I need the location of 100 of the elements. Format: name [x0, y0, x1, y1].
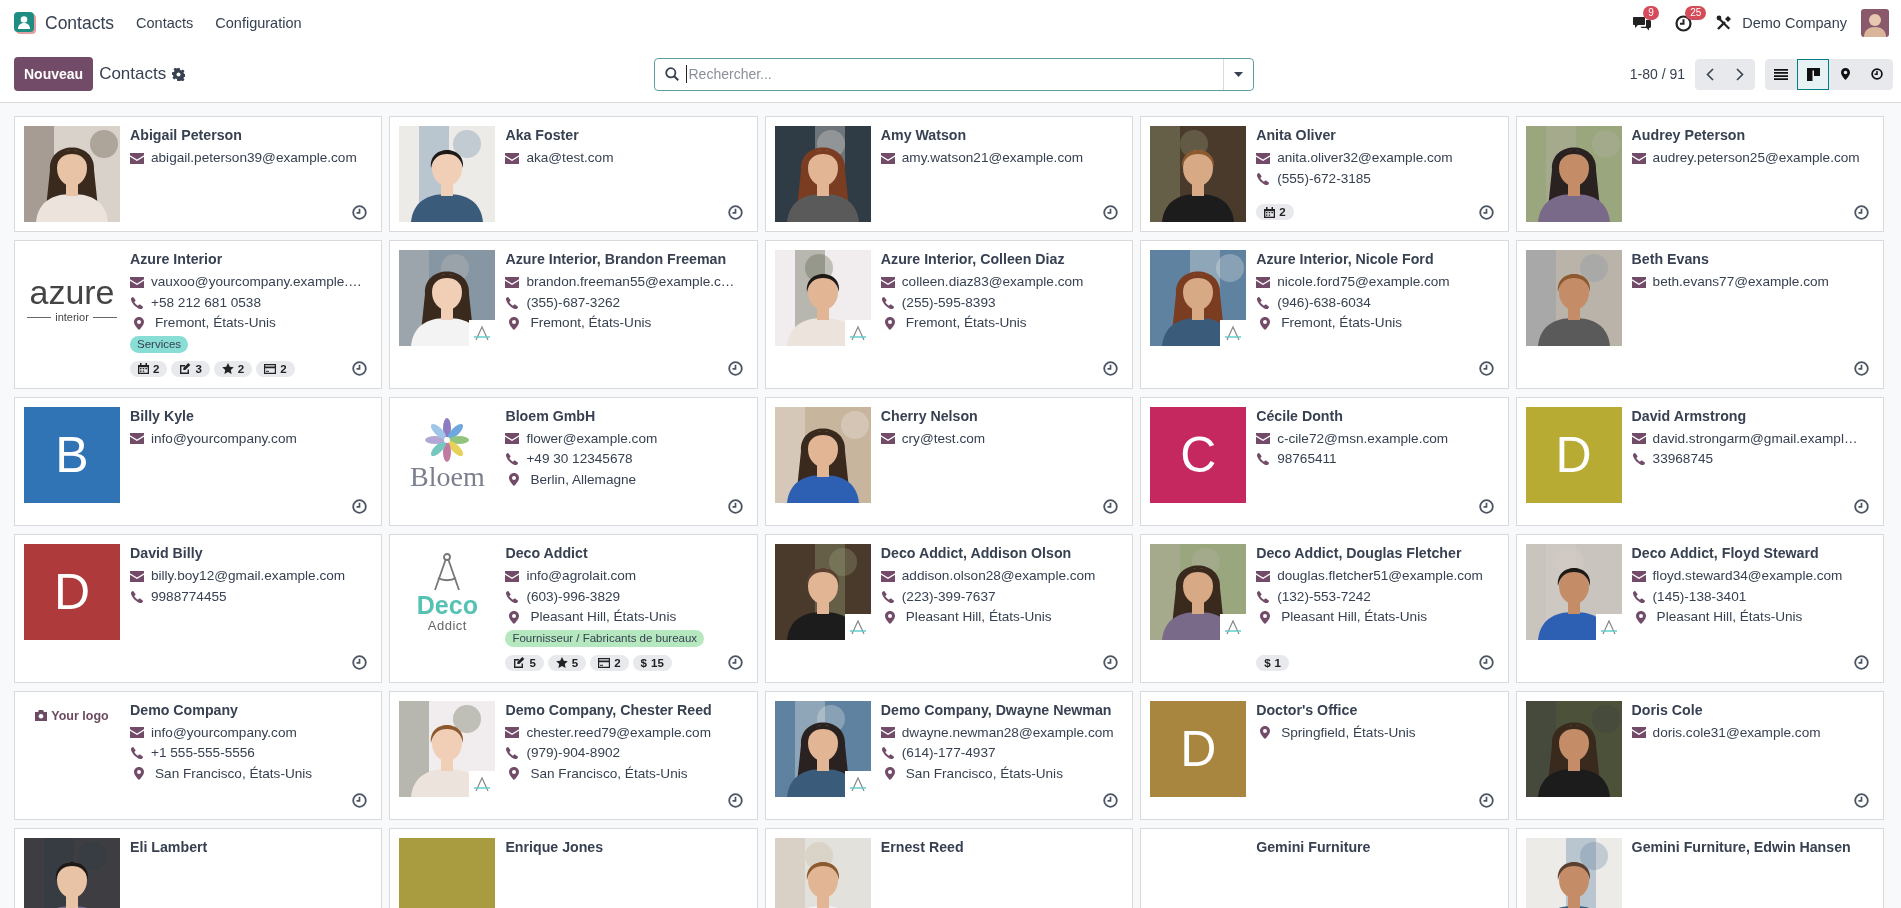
contact-name[interactable]: Deco Addict, Addison Olson: [880, 544, 1123, 563]
contact-name[interactable]: Demo Company, Chester Reed: [505, 700, 747, 720]
contact-name[interactable]: Azure Interior: [130, 250, 372, 269]
contact-name[interactable]: Doris Cole: [1631, 700, 1873, 720]
clock-icon[interactable]: [1854, 204, 1869, 220]
contact-name[interactable]: Doctor's Office: [1256, 700, 1498, 720]
stat-button[interactable]: 2: [130, 360, 168, 377]
contact-name[interactable]: Azure Interior, Colleen Diaz: [880, 250, 1123, 269]
clock-icon[interactable]: [352, 361, 368, 376]
contact-card[interactable]: Enrique Jones: [389, 828, 758, 908]
clock-icon[interactable]: [1478, 498, 1494, 514]
list-view-button[interactable]: [1765, 58, 1797, 90]
clock-icon[interactable]: [1103, 204, 1119, 220]
clock-icon[interactable]: [1478, 792, 1494, 808]
clock-icon[interactable]: [1675, 14, 1693, 32]
contact-name[interactable]: Deco Addict: [505, 544, 747, 563]
contact-name[interactable]: Anita Oliver: [1256, 126, 1498, 145]
stat-button[interactable]: $ 1: [1256, 654, 1289, 671]
company-switcher[interactable]: Demo Company: [1742, 15, 1847, 31]
contact-name[interactable]: Billy Kyle: [130, 406, 372, 426]
contact-name[interactable]: Demo Company, Dwayne Newman: [880, 700, 1123, 720]
stat-button[interactable]: 2: [256, 360, 295, 377]
contact-card[interactable]: D David Armstrong david.strongarm@gmail.exampl… 33968745: [1515, 396, 1884, 526]
contact-card[interactable]: Aka Foster aka@test.com: [389, 116, 758, 232]
contact-card[interactable]: Amy Watson amy.watson21@example.com: [764, 116, 1134, 232]
contact-card[interactable]: Azure Interior, Colleen Diaz colleen.diaz83@example.com (255)-595-8393 Fremont, États-Unis: [764, 240, 1134, 389]
clock-icon[interactable]: [1103, 498, 1119, 514]
contact-name[interactable]: Bloem GmbH: [505, 406, 747, 426]
stat-button[interactable]: 3: [171, 360, 210, 377]
contact-card[interactable]: D Doctor's Office Springfield, États-Unis: [1140, 690, 1509, 820]
clock-icon[interactable]: [352, 792, 368, 808]
contact-name[interactable]: Beth Evans: [1631, 250, 1873, 269]
clock-icon[interactable]: [1478, 361, 1494, 376]
app-icon[interactable]: [14, 12, 36, 34]
contact-card[interactable]: Bloem Bloem GmbH flower@example.com +49 30 12345678 Berlin, Allemagne: [389, 396, 758, 526]
clock-icon[interactable]: [727, 498, 743, 514]
stat-button[interactable]: 5: [505, 654, 544, 671]
contact-card[interactable]: Azure Interior, Nicole Ford nicole.ford75@example.com (946)-638-6034 Fremont, États-Unis: [1140, 240, 1509, 389]
clock-icon[interactable]: [1478, 655, 1494, 670]
caret-icon[interactable]: [1233, 71, 1243, 77]
contact-card[interactable]: Gemini Furniture: [1140, 828, 1509, 908]
contact-name[interactable]: Gemini Furniture: [1256, 838, 1498, 857]
clock-icon[interactable]: [1103, 655, 1119, 670]
map-view-button[interactable]: [1829, 58, 1861, 90]
activity-view-button[interactable]: [1861, 58, 1893, 90]
stat-button[interactable]: $ 15: [632, 654, 672, 671]
clock-icon[interactable]: [1478, 204, 1494, 220]
contact-name[interactable]: David Armstrong: [1631, 406, 1873, 426]
contact-card[interactable]: Audrey Peterson audrey.peterson25@example.com: [1515, 116, 1884, 232]
clock-icon[interactable]: [352, 655, 368, 670]
contact-name[interactable]: Abigail Peterson: [130, 126, 372, 145]
contact-name[interactable]: Cécile Donth: [1256, 406, 1498, 426]
contact-card[interactable]: Beth Evans beth.evans77@example.com: [1515, 240, 1884, 389]
user-avatar[interactable]: [1861, 9, 1889, 37]
clock-icon[interactable]: [1854, 655, 1869, 670]
stat-button[interactable]: 2: [590, 654, 629, 671]
contact-card[interactable]: Your logo Demo Company info@yourcompany.com +1 555-555-5556 San Francisco, États-Unis: [14, 690, 383, 820]
clock-icon[interactable]: [1103, 361, 1119, 376]
menu-item[interactable]: Contacts: [136, 15, 194, 31]
contact-card[interactable]: Azure Interior, Brandon Freeman brandon.freeman55@example.c… (355)-687-3262 Fremont, États-Unis: [389, 240, 758, 389]
contact-card[interactable]: azure interior Azure Interior vauxoo@yourcompany.example.… +58 212 681 0538 Fremont, États-Unis Services 2 3 2 2: [14, 240, 383, 389]
contact-card[interactable]: Anita Oliver anita.oliver32@example.com (555)-672-3185 2: [1140, 116, 1509, 232]
clock-icon[interactable]: [1854, 498, 1869, 514]
contact-card[interactable]: D David Billy billy.boy12@gmail.example.com 9988774455: [14, 534, 383, 683]
contact-card[interactable]: Demo Company, Chester Reed chester.reed79@example.com (979)-904-8902 San Francisco, États-Unis: [389, 690, 758, 820]
clock-icon[interactable]: [1854, 792, 1869, 808]
contact-card[interactable]: B Billy Kyle info@yourcompany.com: [14, 396, 383, 526]
kanban-view-button[interactable]: [1797, 58, 1829, 90]
contact-card[interactable]: Gemini Furniture, Edwin Hansen: [1515, 828, 1884, 908]
contact-name[interactable]: Gemini Furniture, Edwin Hansen: [1631, 838, 1873, 857]
clock-icon[interactable]: [352, 498, 368, 514]
contact-name[interactable]: Deco Addict, Douglas Fletcher: [1256, 544, 1498, 563]
contact-name[interactable]: Eli Lambert: [130, 838, 372, 857]
menu-item[interactable]: Configuration: [215, 15, 302, 31]
contact-name[interactable]: Azure Interior, Brandon Freeman: [505, 250, 747, 269]
stat-button[interactable]: 5: [547, 654, 587, 671]
contact-name[interactable]: Amy Watson: [880, 126, 1123, 145]
clock-icon[interactable]: [727, 361, 743, 376]
stat-button[interactable]: 2: [1256, 204, 1294, 220]
search-input[interactable]: Rechercher...: [685, 65, 1223, 83]
contact-card[interactable]: Abigail Peterson abigail.peterson39@example.com: [14, 116, 383, 232]
contact-card[interactable]: Doris Cole doris.cole31@example.com: [1515, 690, 1884, 820]
contact-card[interactable]: C Cécile Donth c-cile72@msn.example.com 98765411: [1140, 396, 1509, 526]
contact-card[interactable]: Eli Lambert: [14, 828, 383, 908]
search-bar[interactable]: Rechercher...: [653, 57, 1254, 91]
contact-name[interactable]: Deco Addict, Floyd Steward: [1631, 544, 1873, 563]
contact-card[interactable]: Deco Addict, Douglas Fletcher douglas.fletcher51@example.com (132)-553-7242 Pleasant Hill, États-Unis $ 1: [1140, 534, 1509, 683]
clock-icon[interactable]: [352, 204, 368, 220]
contact-card[interactable]: Ernest Reed: [764, 828, 1134, 908]
contact-card[interactable]: Demo Company, Dwayne Newman dwayne.newman28@example.com (614)-177-4937 San Francisco, États-Unis: [764, 690, 1134, 820]
contact-name[interactable]: Audrey Peterson: [1631, 126, 1873, 145]
contact-name[interactable]: Enrique Jones: [505, 838, 747, 857]
app-title[interactable]: Contacts: [45, 12, 115, 34]
stat-button[interactable]: 2: [213, 360, 253, 377]
contact-name[interactable]: David Billy: [130, 544, 372, 563]
clock-icon[interactable]: [727, 792, 743, 808]
clock-icon[interactable]: [727, 655, 743, 670]
clock-icon[interactable]: [1103, 792, 1119, 808]
contact-name[interactable]: Azure Interior, Nicole Ford: [1256, 250, 1498, 269]
contact-name[interactable]: Aka Foster: [505, 126, 747, 145]
